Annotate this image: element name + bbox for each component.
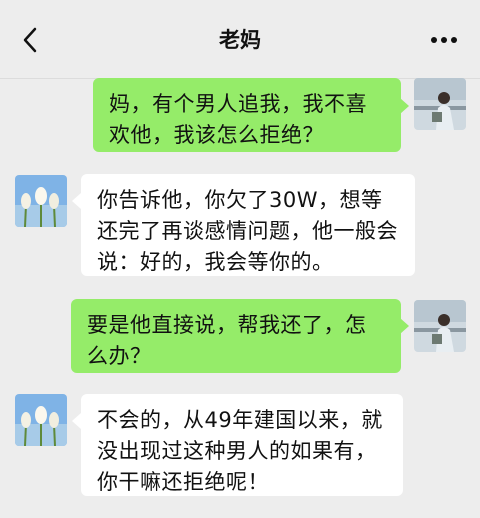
contact-avatar[interactable] bbox=[15, 394, 67, 446]
bubble-tail bbox=[400, 98, 409, 114]
message-bubble-received[interactable]: 不会的，从49年建国以来，就没出现过这种男人的如果有，你干嘛还拒绝呢！ bbox=[81, 394, 403, 496]
more-button[interactable] bbox=[426, 28, 462, 52]
bubble-tail bbox=[72, 193, 81, 209]
bubble-tail bbox=[72, 413, 81, 429]
my-avatar[interactable] bbox=[414, 78, 466, 130]
message-bubble-received[interactable]: 你告诉他，你欠了30W，想等还完了再谈感情问题，他一般会说：好的，我会等你的。 bbox=[81, 174, 415, 276]
tulip-photo-icon bbox=[15, 175, 67, 227]
tulip-photo-icon bbox=[15, 394, 67, 446]
my-avatar[interactable] bbox=[414, 300, 466, 352]
message-bubble-sent[interactable]: 要是他直接说，帮我还了，怎么办？ bbox=[71, 299, 401, 373]
message-text: 你告诉他，你欠了30W，想等还完了再谈感情问题，他一般会说：好的，我会等你的。 bbox=[97, 188, 398, 274]
chat-title: 老妈 bbox=[219, 28, 261, 52]
more-dots-icon bbox=[431, 37, 457, 43]
contact-avatar[interactable] bbox=[15, 175, 67, 227]
message-text: 不会的，从49年建国以来，就没出现过这种男人的如果有，你干嘛还拒绝呢！ bbox=[97, 408, 383, 494]
chat-header: 老妈 bbox=[0, 0, 480, 79]
user-photo-icon bbox=[414, 78, 466, 130]
bubble-tail bbox=[400, 318, 409, 334]
message-bubble-sent[interactable]: 妈，有个男人追我，我不喜欢他，我该怎么拒绝？ bbox=[93, 78, 401, 152]
user-photo-icon bbox=[414, 300, 466, 352]
message-text: 要是他直接说，帮我还了，怎么办？ bbox=[87, 313, 367, 368]
message-text: 妈，有个男人追我，我不喜欢他，我该怎么拒绝？ bbox=[109, 92, 367, 147]
